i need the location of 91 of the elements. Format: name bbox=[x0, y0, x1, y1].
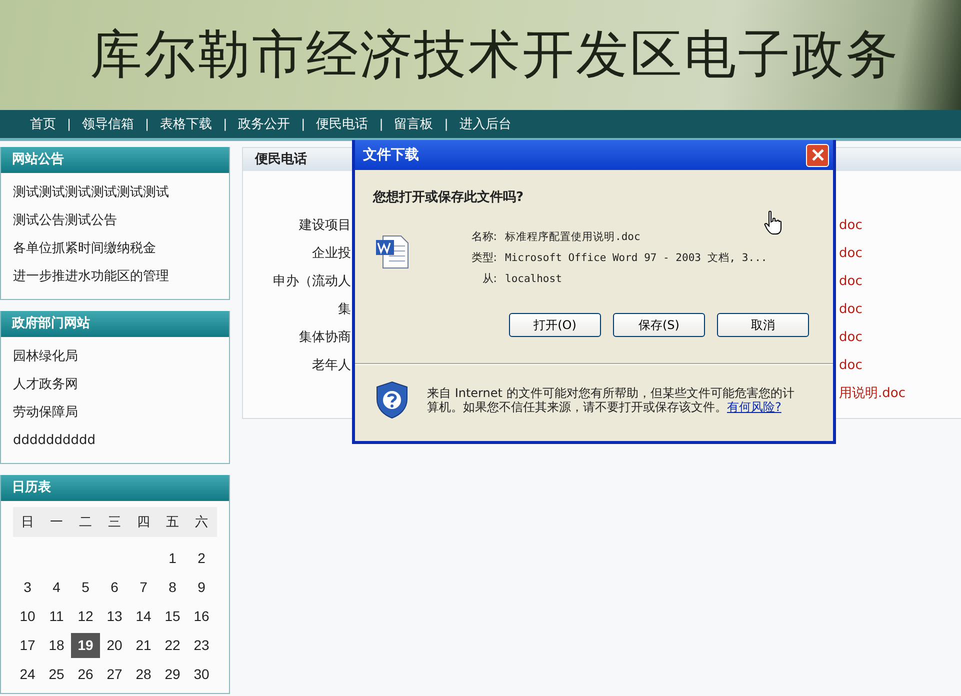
dialog-button[interactable]: 取消 bbox=[717, 313, 809, 337]
security-shield-icon bbox=[375, 381, 409, 419]
dialog-title: 文件下载 bbox=[363, 146, 419, 164]
calendar-day[interactable]: 22 bbox=[158, 633, 187, 658]
row-label: 建设项目 bbox=[299, 218, 351, 233]
nav-separator: | bbox=[223, 117, 228, 131]
sidebar-link[interactable]: 测试公告测试公告 bbox=[13, 207, 217, 235]
calendar-day[interactable]: 7 bbox=[129, 575, 158, 600]
calendar-day[interactable]: 5 bbox=[71, 575, 100, 600]
risk-link[interactable]: 有何风险? bbox=[727, 400, 782, 414]
weekday-label: 日 bbox=[20, 514, 35, 531]
calendar-day[interactable]: 29 bbox=[158, 662, 187, 687]
security-warning: 来自 Internet 的文件可能对您有所帮助，但某些文件可能危害您的计算机。如果您不信任其来源，请不要打开或保存该文件。有何风险? bbox=[427, 386, 796, 414]
weekday-label: 五 bbox=[165, 514, 180, 531]
weekday-label: 一 bbox=[49, 514, 64, 531]
file-link[interactable]: doc bbox=[839, 302, 862, 316]
close-button[interactable] bbox=[806, 144, 829, 166]
calendar-day[interactable]: 23 bbox=[187, 633, 216, 658]
nav-link[interactable]: 留言板 bbox=[394, 115, 434, 133]
row-label: 申办（流动人 bbox=[273, 274, 351, 289]
sidebar-link[interactable]: 各单位抓紧时间缴纳税金 bbox=[13, 235, 217, 263]
nav-link[interactable]: 表格下载 bbox=[160, 115, 212, 133]
calendar-day[interactable]: 27 bbox=[100, 662, 129, 687]
sidebar-link[interactable]: 测试测试测试测试测试测试 bbox=[13, 179, 217, 207]
calendar-day[interactable]: 12 bbox=[71, 604, 100, 629]
weekday-label: 三 bbox=[107, 514, 122, 531]
weekday-label: 四 bbox=[136, 514, 151, 531]
row-label: 老年人 bbox=[312, 358, 351, 373]
calendar-day[interactable]: 3 bbox=[13, 575, 42, 600]
calendar-day[interactable]: 1 bbox=[158, 546, 187, 571]
calendar-day[interactable]: 14 bbox=[129, 604, 158, 629]
file-link[interactable]: doc bbox=[839, 246, 862, 260]
file-link[interactable]: doc bbox=[839, 330, 862, 344]
field-label: 从: bbox=[481, 271, 497, 286]
calendar-day[interactable]: 13 bbox=[100, 604, 129, 629]
nav-separator: | bbox=[67, 117, 72, 131]
file-link[interactable]: doc bbox=[839, 274, 862, 288]
field-label: 名称: bbox=[470, 229, 497, 244]
file-link[interactable]: doc bbox=[839, 358, 862, 372]
calendar-day[interactable]: 2 bbox=[187, 546, 216, 571]
calendar-day[interactable]: 17 bbox=[13, 633, 42, 658]
calendar-day[interactable]: 8 bbox=[158, 575, 187, 600]
field-value: 标准程序配置使用说明.doc bbox=[505, 230, 640, 244]
nav-link[interactable]: 政务公开 bbox=[238, 115, 290, 133]
sidebar-link[interactable]: 人才政务网 bbox=[13, 371, 217, 399]
calendar-day[interactable]: 28 bbox=[129, 662, 158, 687]
nav-separator: | bbox=[301, 117, 306, 131]
close-icon bbox=[812, 149, 824, 161]
calendar-day[interactable]: 25 bbox=[42, 662, 71, 687]
panel-title: 政府部门网站 bbox=[1, 311, 229, 337]
calendar-day[interactable]: 19 bbox=[71, 633, 100, 658]
sidebar-link[interactable]: 劳动保障局 bbox=[13, 399, 217, 427]
sidebar-link[interactable]: 园林绿化局 bbox=[13, 343, 217, 371]
row-label: 集体协商 bbox=[299, 330, 351, 345]
field-label: 类型: bbox=[470, 250, 497, 265]
calendar-day[interactable]: 21 bbox=[129, 633, 158, 658]
dialog-question: 您想打开或保存此文件吗? bbox=[373, 188, 525, 206]
calendar-day[interactable]: 20 bbox=[100, 633, 129, 658]
calendar-day[interactable]: 10 bbox=[13, 604, 42, 629]
weekday-label: 二 bbox=[78, 514, 93, 531]
field-value: Microsoft Office Word 97 - 2003 文档, 3... bbox=[505, 250, 768, 264]
nav-separator: | bbox=[145, 117, 150, 131]
nav-separator: | bbox=[379, 117, 384, 131]
calendar-day[interactable]: 26 bbox=[71, 662, 100, 687]
calendar-day[interactable]: 30 bbox=[187, 662, 216, 687]
file-link[interactable]: 用说明.doc bbox=[839, 386, 906, 401]
row-label: 集 bbox=[338, 302, 351, 317]
row-label: 企业投 bbox=[312, 246, 351, 261]
calendar-day[interactable]: 15 bbox=[158, 604, 187, 629]
nav-link[interactable]: 进入后台 bbox=[459, 115, 512, 133]
field-value: localhost bbox=[505, 272, 562, 284]
calendar-day[interactable]: 24 bbox=[13, 662, 42, 687]
sidebar-link[interactable]: dddddddddd bbox=[13, 427, 217, 455]
calendar-day[interactable]: 18 bbox=[42, 633, 71, 658]
nav-link[interactable]: 首页 bbox=[30, 115, 56, 133]
file-link[interactable]: doc bbox=[839, 218, 862, 232]
weekday-label: 六 bbox=[194, 514, 209, 531]
calendar-day[interactable]: 4 bbox=[42, 575, 71, 600]
calendar-day[interactable]: 11 bbox=[42, 604, 71, 629]
nav-link[interactable]: 便民电话 bbox=[316, 115, 368, 133]
panel-title: 网站公告 bbox=[1, 147, 229, 173]
nav-separator: | bbox=[444, 117, 448, 131]
calendar-day[interactable]: 9 bbox=[187, 575, 216, 600]
calendar-day[interactable]: 16 bbox=[187, 604, 216, 629]
sidebar-link[interactable]: 进一步推进水功能区的管理 bbox=[13, 263, 217, 291]
dialog-button[interactable]: 打开(O) bbox=[509, 313, 601, 337]
site-title: 库尔勒市经济技术开发区电子政务 bbox=[90, 24, 900, 87]
dialog-button[interactable]: 保存(S) bbox=[613, 313, 705, 337]
panel-title: 日历表 bbox=[1, 475, 229, 501]
calendar-day[interactable]: 6 bbox=[100, 575, 129, 600]
nav-link[interactable]: 领导信箱 bbox=[82, 115, 134, 133]
